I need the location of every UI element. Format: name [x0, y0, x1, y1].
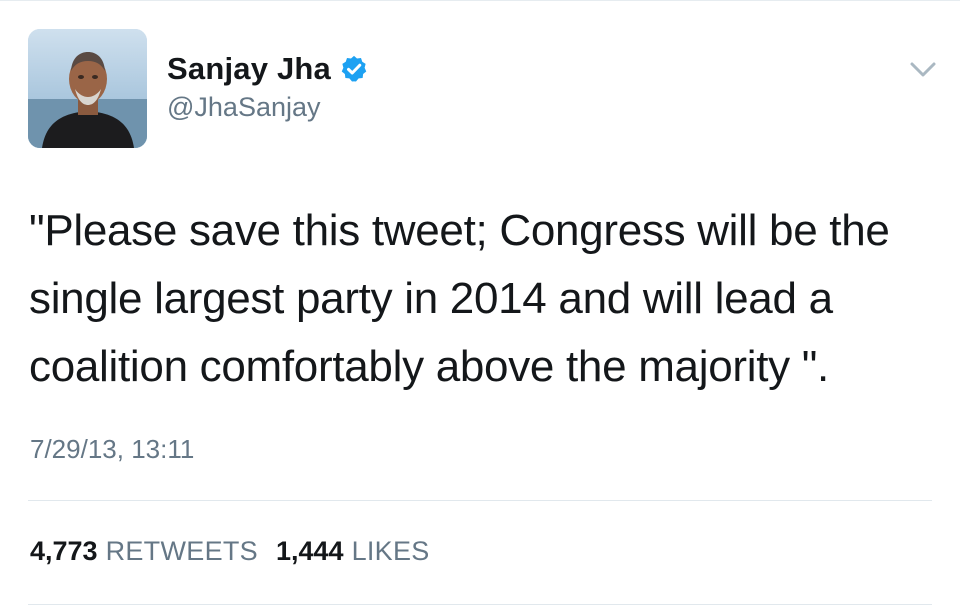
- user-handle[interactable]: @JhaSanjay: [167, 92, 321, 123]
- retweets-stat[interactable]: 4,773 RETWEETS: [30, 536, 258, 567]
- name-row: Sanjay Jha: [167, 50, 369, 88]
- stats-divider: [28, 500, 932, 501]
- likes-label: LIKES: [351, 536, 430, 566]
- likes-count: 1,444: [275, 536, 344, 566]
- likes-stat[interactable]: 1,444 LIKES: [276, 536, 430, 567]
- retweets-count: 4,773: [30, 536, 98, 566]
- display-name[interactable]: Sanjay Jha: [167, 51, 331, 87]
- chevron-down-icon[interactable]: [906, 56, 940, 82]
- retweets-label: RETWEETS: [105, 536, 258, 566]
- tweet-text: "Please save this tweet; Congress will b…: [29, 206, 890, 391]
- verified-badge-icon: [339, 54, 369, 84]
- top-divider: [0, 0, 960, 1]
- bottom-divider: [28, 604, 932, 605]
- avatar[interactable]: [28, 29, 147, 148]
- tweet-card: Sanjay Jha @JhaSanjay "Please save this …: [0, 0, 960, 606]
- tweet-stats: 4,773 RETWEETS 1,444 LIKES: [30, 536, 430, 567]
- tweet-timestamp[interactable]: 7/29/13, 13:11: [30, 434, 194, 465]
- avatar-image: [28, 29, 147, 148]
